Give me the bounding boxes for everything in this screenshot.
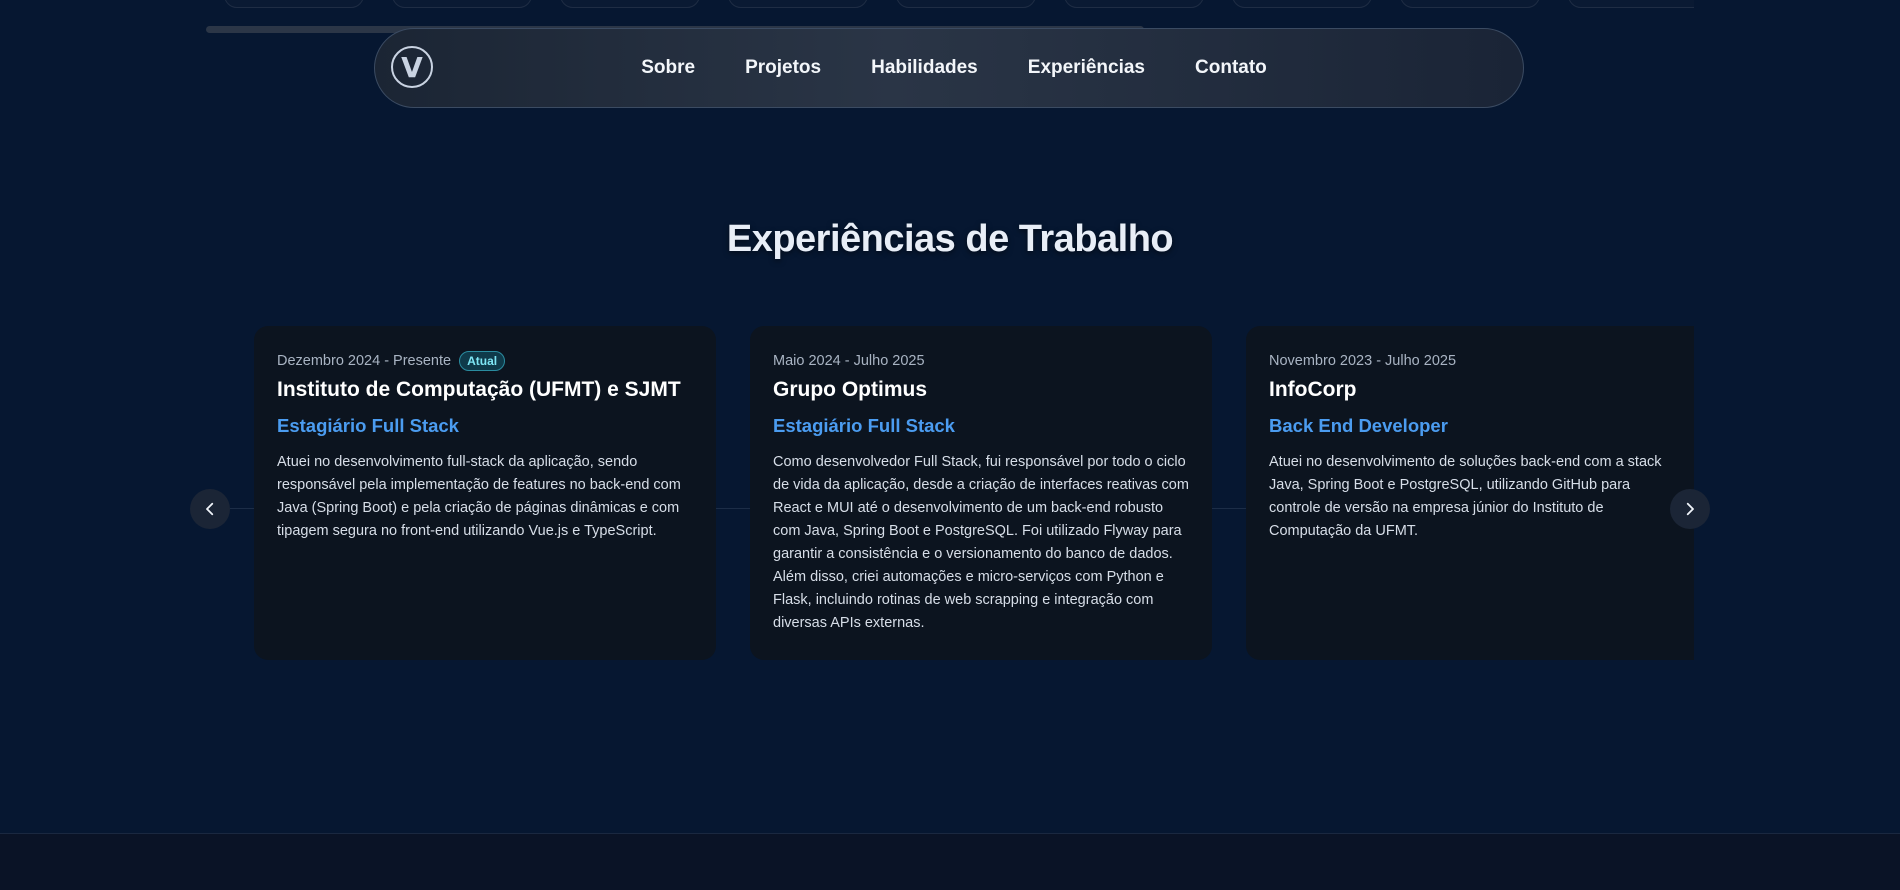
footer xyxy=(0,833,1900,890)
experience-date: Dezembro 2024 - Presente xyxy=(277,353,452,369)
experience-description: Como desenvolvedor Full Stack, fui respo… xyxy=(773,454,1189,631)
experience-card: Dezembro 2024 - Presente Atual Instituto… xyxy=(254,326,716,660)
experience-company: Instituto de Computação (UFMT) e SJMT xyxy=(277,378,681,401)
carousel-prev-button[interactable] xyxy=(190,489,230,529)
nav-link-habilidades[interactable]: Habilidades xyxy=(871,57,978,79)
experience-card: Maio 2024 - Julho 2025 Grupo Optimus Est… xyxy=(750,326,1212,660)
pill-item[interactable] xyxy=(392,0,532,8)
experience-role: Estagiário Full Stack xyxy=(773,415,955,436)
pill-item[interactable] xyxy=(1568,0,1694,8)
pill-item[interactable] xyxy=(896,0,1036,8)
experience-date: Novembro 2023 - Julho 2025 xyxy=(1269,353,1457,369)
nav-link-projetos[interactable]: Projetos xyxy=(745,57,821,79)
experience-card: Novembro 2023 - Julho 2025 InfoCorp Back… xyxy=(1246,326,1694,660)
nav-link-contato[interactable]: Contato xyxy=(1195,57,1267,79)
pill-item[interactable] xyxy=(1232,0,1372,8)
nav-link-experiencias[interactable]: Experiências xyxy=(1028,57,1145,79)
top-pill-strip xyxy=(206,0,1694,10)
pill-item[interactable] xyxy=(560,0,700,8)
carousel-next-button[interactable] xyxy=(1670,489,1710,529)
nav-link-sobre[interactable]: Sobre xyxy=(641,57,695,79)
section-title: Experiências de Trabalho xyxy=(726,218,1174,260)
pill-item[interactable] xyxy=(1064,0,1204,8)
experience-company: InfoCorp xyxy=(1269,378,1357,401)
experience-company: Grupo Optimus xyxy=(773,378,927,401)
experience-carousel: Dezembro 2024 - Presente Atual Instituto… xyxy=(254,326,1694,660)
pill-item[interactable] xyxy=(224,0,364,8)
nav-links: Sobre Projetos Habilidades Experiências … xyxy=(375,29,1523,107)
pill-item[interactable] xyxy=(1400,0,1540,8)
current-badge: Atual xyxy=(459,351,506,371)
pill-item[interactable] xyxy=(728,0,868,8)
experience-description: Atuei no desenvolvimento full-stack da a… xyxy=(277,454,681,539)
navbar: V Sobre Projetos Habilidades Experiência… xyxy=(374,28,1524,108)
experience-role: Back End Developer xyxy=(1269,415,1448,436)
chevron-right-icon xyxy=(1686,502,1694,516)
experience-description: Atuei no desenvolvimento de soluções bac… xyxy=(1269,454,1662,539)
experience-date: Maio 2024 - Julho 2025 xyxy=(773,353,925,369)
experience-role: Estagiário Full Stack xyxy=(277,415,459,436)
chevron-left-icon xyxy=(206,502,214,516)
